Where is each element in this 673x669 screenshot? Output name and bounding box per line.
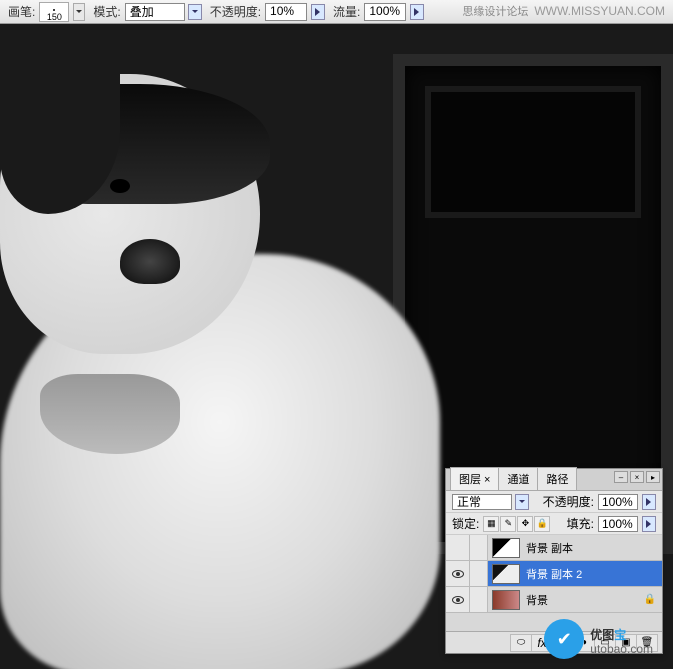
layer-thumb[interactable]	[492, 590, 520, 610]
lock-icon: 🔒	[644, 594, 656, 605]
layer-opacity-flyout[interactable]	[642, 494, 656, 510]
blend-mode-select[interactable]: 叠加	[125, 3, 185, 21]
watermark-bottom: ✔ 优图宝 utobao.com	[544, 619, 653, 659]
layer-thumb[interactable]	[492, 564, 520, 584]
blend-mode-arrow[interactable]	[188, 4, 202, 20]
layer-name: 背景	[526, 592, 548, 608]
link-toggle[interactable]	[470, 535, 488, 560]
brush-preview[interactable]: 150	[39, 2, 69, 22]
mode-label: 模式:	[93, 3, 120, 20]
brush-picker-dropdown[interactable]	[73, 3, 85, 21]
link-layers-icon[interactable]: ⬭	[510, 634, 532, 652]
layer-blend-arrow[interactable]	[515, 494, 529, 510]
fill-label: 填充:	[567, 515, 594, 532]
layer-row[interactable]: 背景 副本	[446, 535, 662, 561]
eye-icon	[452, 570, 464, 578]
layer-row[interactable]: 背景 副本 2	[446, 561, 662, 587]
minimize-icon[interactable]: –	[614, 471, 628, 483]
close-icon[interactable]: ×	[630, 471, 644, 483]
brush-label: 画笔:	[8, 3, 35, 20]
tab-layers[interactable]: 图层 ×	[450, 467, 499, 490]
flow-flyout[interactable]	[410, 4, 424, 20]
layer-row[interactable]: 背景 🔒	[446, 587, 662, 613]
tab-channels[interactable]: 通道	[498, 467, 538, 490]
visibility-toggle[interactable]	[446, 587, 470, 612]
flow-input[interactable]: 100%	[364, 3, 406, 21]
layer-name: 背景 副本 2	[526, 566, 582, 582]
menu-icon[interactable]: ▸	[646, 471, 660, 483]
blend-opacity-row: 正常 不透明度: 100%	[446, 491, 662, 513]
tab-paths[interactable]: 路径	[537, 467, 577, 490]
eye-icon	[452, 596, 464, 604]
link-toggle[interactable]	[470, 561, 488, 586]
fill-input[interactable]: 100%	[598, 516, 638, 532]
opacity-input[interactable]: 10%	[265, 3, 307, 21]
watermark-top: 思缘设计论坛 WWW.MISSYUAN.COM	[462, 3, 665, 19]
visibility-toggle[interactable]	[446, 561, 470, 586]
lock-label: 锁定:	[452, 515, 479, 532]
lock-pixels-icon[interactable]: ✎	[500, 516, 516, 532]
visibility-toggle[interactable]	[446, 535, 470, 560]
link-toggle[interactable]	[470, 587, 488, 612]
layer-blend-select[interactable]: 正常	[452, 494, 512, 510]
opacity-flyout[interactable]	[311, 4, 325, 20]
watermark-title: 优图宝	[590, 623, 653, 644]
layer-opacity-input[interactable]: 100%	[598, 494, 638, 510]
watermark-url: utobao.com	[590, 642, 653, 656]
layer-list: 背景 副本 背景 副本 2 背景 🔒	[446, 535, 662, 631]
lock-transparent-icon[interactable]: ▦	[483, 516, 499, 532]
lock-all-icon[interactable]: 🔒	[534, 516, 550, 532]
panel-tabs: 图层 × 通道 路径 – × ▸	[446, 469, 662, 491]
lock-position-icon[interactable]: ✥	[517, 516, 533, 532]
bird-icon: ✔	[544, 619, 584, 659]
opacity-label: 不透明度:	[210, 3, 261, 20]
lock-fill-row: 锁定: ▦ ✎ ✥ 🔒 填充: 100%	[446, 513, 662, 535]
fill-flyout[interactable]	[642, 516, 656, 532]
layer-opacity-label: 不透明度:	[543, 493, 594, 510]
flow-label: 流量:	[333, 3, 360, 20]
layer-thumb[interactable]	[492, 538, 520, 558]
layer-name: 背景 副本	[526, 540, 573, 556]
